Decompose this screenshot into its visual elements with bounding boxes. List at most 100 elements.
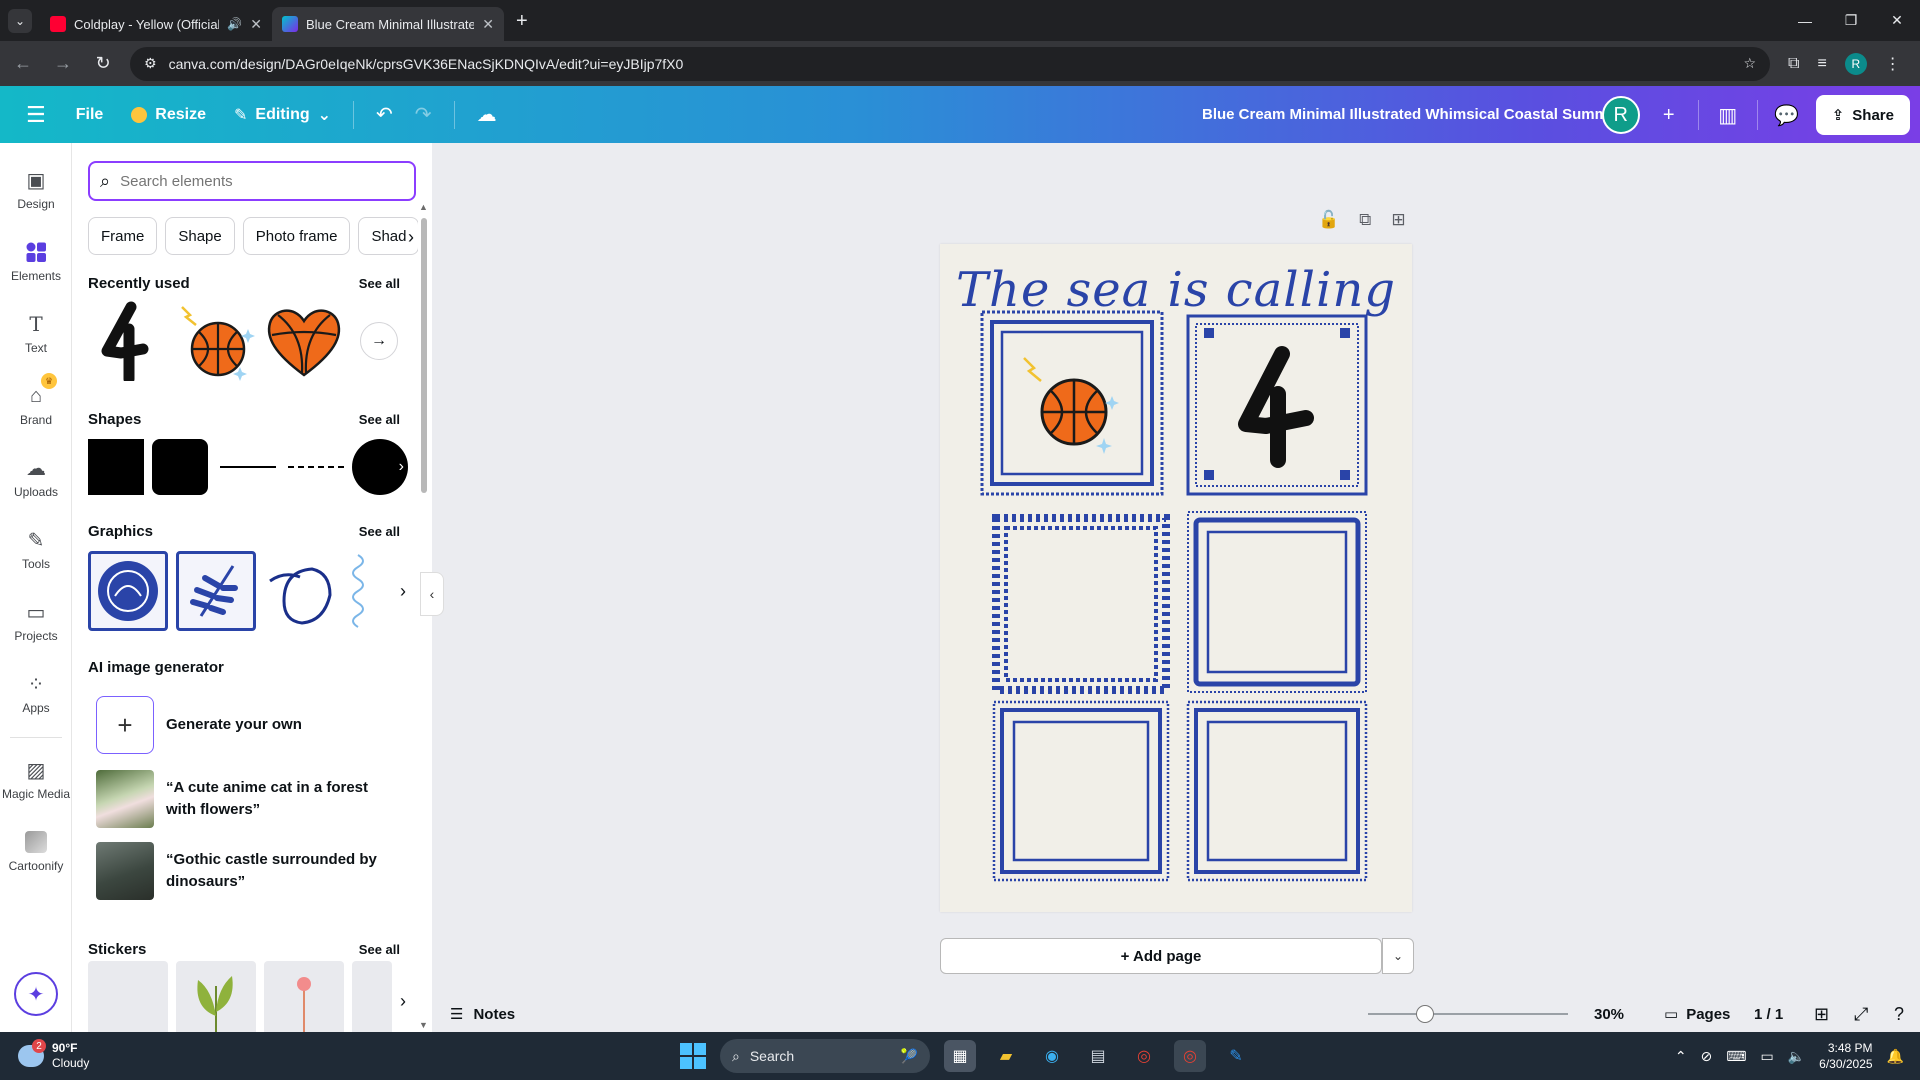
insights-chart-icon[interactable]: ▥ xyxy=(1709,96,1747,134)
media-control-icon[interactable]: ≡ xyxy=(1817,55,1826,73)
ai-prompt-cat[interactable]: “A cute anime cat in a forest with flowe… xyxy=(96,770,396,828)
editing-mode-button[interactable]: ✎ Editing ⌄ xyxy=(234,105,331,125)
chip-frame[interactable]: Frame xyxy=(88,217,158,255)
recent-heart-basketball-graphic[interactable] xyxy=(264,301,344,381)
scroll-up-icon[interactable]: ▲ xyxy=(419,202,428,212)
rail-item-projects[interactable]: ▭ Projects xyxy=(0,599,72,644)
rounded-square-shape[interactable] xyxy=(152,439,208,495)
graphic-wavy-border[interactable] xyxy=(352,551,392,631)
add-page-button[interactable]: + Add page xyxy=(940,938,1382,974)
rail-item-tools[interactable]: ✎ Tools xyxy=(0,527,72,572)
sticker-pink-flower[interactable] xyxy=(264,961,344,1032)
circle-shape[interactable]: › xyxy=(352,439,408,495)
chrome-icon[interactable]: ◎ xyxy=(1128,1040,1160,1072)
rail-item-cartoonify[interactable]: Cartoonify xyxy=(0,829,72,873)
task-view-icon[interactable]: ▦ xyxy=(944,1040,976,1072)
notes-button[interactable]: ☰ Notes xyxy=(450,1005,515,1024)
recent-next-arrow-icon[interactable]: → xyxy=(360,322,398,360)
tab-search-menu-icon[interactable]: ⌄ xyxy=(8,9,32,33)
duplicate-page-icon[interactable]: ⧉ xyxy=(1359,210,1371,230)
rail-item-text[interactable]: T Text xyxy=(0,311,72,355)
invite-plus-icon[interactable]: + xyxy=(1650,96,1688,134)
search-elements-field[interactable]: ⌕ xyxy=(88,161,416,201)
pages-button[interactable]: ▭ Pages xyxy=(1664,1005,1730,1024)
resize-button[interactable]: Resize xyxy=(131,106,206,124)
browser-menu-icon[interactable]: ⋮ xyxy=(1885,54,1901,74)
rail-item-magic-media[interactable]: ▨ Magic Media xyxy=(0,757,72,802)
chip-photo-frame[interactable]: Photo frame xyxy=(242,217,351,255)
url-text[interactable]: canva.com/design/DAGr0eIqeNk/cprsGVK36EN… xyxy=(169,56,1732,72)
keyboard-icon[interactable]: ⌨ xyxy=(1726,1048,1746,1065)
notification-bell-icon[interactable]: 🔔 xyxy=(1887,1048,1904,1065)
rail-item-brand[interactable]: ⌂ ♛ Brand xyxy=(0,373,72,427)
design-title[interactable]: Blue Cream Minimal Illustrated Whimsical… xyxy=(1202,106,1639,123)
design-page[interactable]: The sea is calling xyxy=(940,244,1412,912)
see-all-link[interactable]: See all xyxy=(359,524,400,539)
see-all-link[interactable]: See all xyxy=(359,276,400,291)
redo-icon[interactable]: ↷ xyxy=(415,102,432,127)
show-hidden-icons-chevron-icon[interactable]: ⌃ xyxy=(1675,1048,1687,1065)
magic-assistant-sparkle-icon[interactable]: ✦ xyxy=(14,972,58,1016)
recent-basketball-sparkle-graphic[interactable] xyxy=(176,301,256,381)
close-window-icon[interactable]: ✕ xyxy=(1874,0,1920,41)
graphics-next-chevron-icon[interactable]: › xyxy=(400,581,406,602)
see-all-link[interactable]: See all xyxy=(359,942,400,957)
fullscreen-icon[interactable]: ⤢ xyxy=(1854,1004,1868,1025)
site-info-icon[interactable]: ⚙ xyxy=(144,55,157,72)
collapse-panel-chevron-icon[interactable]: ‹ xyxy=(420,572,444,616)
new-tab-icon[interactable]: + xyxy=(516,10,528,33)
photo-frame-checker[interactable] xyxy=(992,514,1170,694)
add-page-icon[interactable]: ⊞ xyxy=(1391,210,1405,230)
chrome-profile-icon[interactable]: ◎ xyxy=(1174,1040,1206,1072)
cloud-saved-icon[interactable]: ☁ xyxy=(477,102,497,127)
see-all-link[interactable]: See all xyxy=(359,412,400,427)
browser-tab-canva[interactable]: Blue Cream Minimal Illustrated ✕ xyxy=(272,7,504,41)
back-icon[interactable]: ← xyxy=(6,47,40,81)
speaker-icon[interactable]: 🔊 xyxy=(227,17,242,31)
dashed-line-shape[interactable] xyxy=(288,466,344,468)
taskbar-search[interactable]: ⌕ Search 🎾 xyxy=(720,1039,930,1073)
rail-item-design[interactable]: ▣ Design xyxy=(0,167,72,212)
close-tab-icon[interactable]: ✕ xyxy=(250,16,262,33)
rail-item-apps[interactable]: ⁘ Apps xyxy=(0,671,72,716)
edge-browser-icon[interactable]: ◉ xyxy=(1036,1040,1068,1072)
recent-number-4-graphic[interactable] xyxy=(88,301,168,381)
photo-frame-bottom-left[interactable] xyxy=(992,700,1170,882)
photo-frame-brush-blue[interactable] xyxy=(1186,510,1368,694)
panel-scrollbar-thumb[interactable] xyxy=(421,218,427,493)
omnibox[interactable]: ⚙ canva.com/design/DAGr0eIqeNk/cprsGVK36… xyxy=(130,46,1770,81)
volume-icon[interactable]: 🔈 xyxy=(1788,1048,1805,1065)
graphic-blue-tile-leaf[interactable] xyxy=(176,551,256,631)
minimize-icon[interactable]: — xyxy=(1782,0,1828,41)
file-menu[interactable]: File xyxy=(76,106,104,124)
main-menu-icon[interactable]: ☰ xyxy=(26,102,46,128)
file-explorer-icon[interactable]: ▰ xyxy=(990,1040,1022,1072)
chevron-right-icon[interactable]: › xyxy=(399,458,404,476)
photo-frame-bottom-right[interactable] xyxy=(1186,700,1368,882)
zoom-slider-track[interactable] xyxy=(1368,1013,1568,1015)
user-avatar[interactable]: R xyxy=(1601,96,1640,134)
camera-off-icon[interactable]: ⊘ xyxy=(1701,1048,1713,1065)
generate-your-own-row[interactable]: + Generate your own xyxy=(96,696,396,754)
windows-start-icon[interactable] xyxy=(680,1043,706,1069)
zoom-slider-knob[interactable] xyxy=(1416,1005,1434,1023)
rail-item-elements[interactable]: Elements xyxy=(0,239,72,283)
profile-avatar[interactable]: R xyxy=(1844,52,1867,75)
lock-icon[interactable]: 🔓 xyxy=(1318,210,1339,230)
solid-line-shape[interactable] xyxy=(220,466,276,468)
photo-frame-basketball[interactable] xyxy=(980,310,1164,496)
chips-next-arrow-icon[interactable]: › xyxy=(408,227,414,248)
reload-icon[interactable]: ↻ xyxy=(86,47,120,81)
extensions-icon[interactable]: ⧉ xyxy=(1788,55,1799,73)
taskbar-clock[interactable]: 3:48 PM 6/30/2025 xyxy=(1819,1040,1872,1072)
graphic-lemon-outline[interactable] xyxy=(264,551,344,631)
weather-widget[interactable]: 2 90°F Cloudy xyxy=(18,1039,89,1071)
add-page-chevron-down-icon[interactable]: ⌄ xyxy=(1382,938,1414,974)
paint-app-icon[interactable]: ✎ xyxy=(1220,1040,1252,1072)
stickers-next-chevron-icon[interactable]: › xyxy=(400,991,406,1012)
undo-icon[interactable]: ↶ xyxy=(376,102,393,127)
search-input[interactable] xyxy=(120,172,404,190)
square-shape[interactable] xyxy=(88,439,144,495)
zoom-value[interactable]: 30% xyxy=(1594,1006,1624,1023)
chip-shape[interactable]: Shape xyxy=(165,217,235,255)
